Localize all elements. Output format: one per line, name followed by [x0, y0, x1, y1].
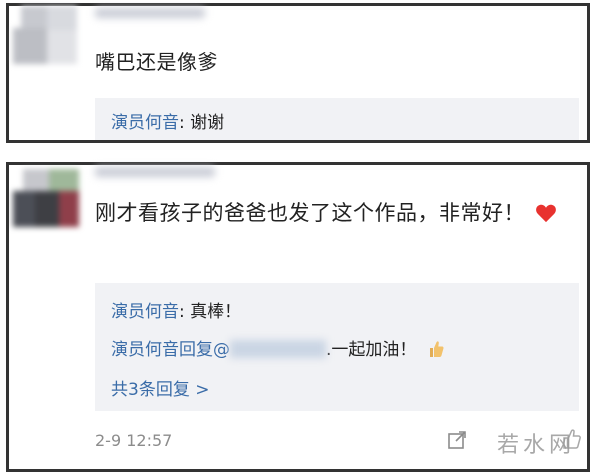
reply-item[interactable]: 演员何音回复@ .一起加油！ [111, 335, 444, 360]
reply-section[interactable]: 演员何音: 谢谢 [95, 98, 579, 140]
mention-redacted[interactable] [230, 340, 326, 358]
reply-text: : 真棒！ [179, 302, 242, 322]
reply-author[interactable]: 演员何音 [111, 340, 179, 360]
reply-mention-prefix[interactable]: 回复@ [179, 340, 230, 360]
avatar[interactable] [13, 169, 81, 235]
avatar[interactable] [13, 6, 81, 68]
username-redacted[interactable] [95, 167, 215, 177]
username-redacted[interactable] [95, 8, 205, 18]
thumbs-up-icon [430, 341, 444, 357]
reply-item[interactable]: 演员何音: 谢谢 [111, 108, 224, 133]
heart-icon [536, 204, 556, 223]
comment-text: 嘴巴还是像爹 [95, 50, 218, 74]
timestamp: 2-9 12:57 [95, 431, 173, 450]
comment-card: 刚才看孩子的爸爸也发了这个作品，非常好！ 演员何音: 真棒！ 演员何音回复@ .一… [6, 162, 590, 472]
comment-body: 刚才看孩子的爸爸也发了这个作品，非常好！ [95, 201, 525, 225]
comment-card: 嘴巴还是像爹 演员何音: 谢谢 [6, 3, 590, 143]
reply-text: : 谢谢 [179, 113, 225, 133]
reply-author[interactable]: 演员何音 [111, 302, 179, 322]
reply-item[interactable]: 演员何音: 真棒！ [111, 297, 241, 322]
comment-text: 刚才看孩子的爸爸也发了这个作品，非常好！ [95, 195, 575, 232]
reply-section[interactable]: 演员何音: 真棒！ 演员何音回复@ .一起加油！ 共3条回复 > [95, 283, 579, 411]
more-replies-link[interactable]: 共3条回复 > [111, 375, 209, 400]
like-icon[interactable] [562, 428, 582, 450]
reply-author[interactable]: 演员何音 [111, 113, 179, 133]
reply-text: .一起加油！ [326, 340, 417, 360]
share-icon[interactable] [447, 430, 467, 450]
